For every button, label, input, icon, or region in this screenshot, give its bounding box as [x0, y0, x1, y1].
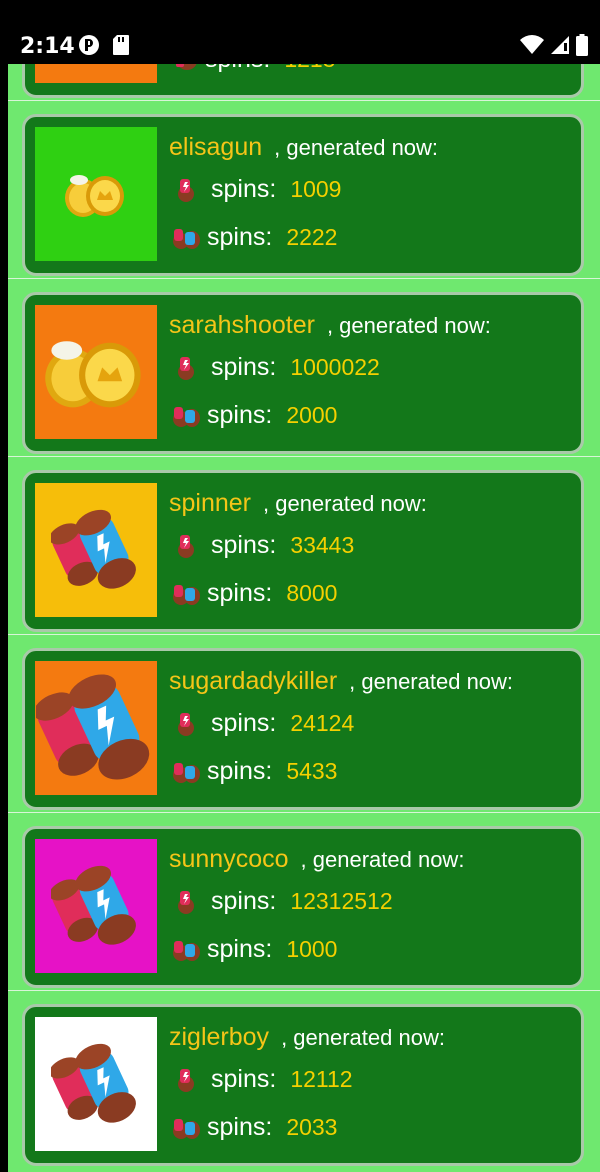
spins-value-2: 1000	[286, 936, 338, 962]
spins-label-2: spins:	[207, 1113, 273, 1141]
partial-card: spins: 1218	[22, 64, 584, 98]
username[interactable]: sugardadykiller	[169, 667, 337, 696]
generated-label: , generated now:	[349, 669, 514, 694]
small-capsule-icon	[178, 890, 194, 914]
energy-capsule-icon	[51, 1043, 136, 1123]
capsule-thumbnail	[35, 661, 157, 795]
cell-signal-icon	[551, 36, 569, 54]
list-item-elisagun[interactable]: elisagun , generated now: spins: 1009 sp…	[8, 108, 592, 286]
small-capsule-icon	[178, 712, 194, 736]
small-capsule-icon	[178, 1068, 194, 1092]
list-item-spinner[interactable]: spinner , generated now: spins: 33443 sp…	[8, 464, 592, 642]
generated-card: sugardadykiller , generated now: spins: …	[22, 648, 584, 810]
spins-value-2: 2000	[286, 402, 338, 428]
spins-label-1: spins:	[211, 887, 277, 915]
coins-thumbnail	[35, 127, 157, 261]
partial-thumbnail	[35, 64, 157, 83]
username[interactable]: ziglerboy	[169, 1023, 269, 1052]
double-capsule-icon	[173, 406, 200, 427]
generated-card: sunnycoco , generated now: spins: 123125…	[22, 826, 584, 988]
energy-capsule-icon	[36, 674, 150, 780]
double-capsule-icon	[173, 762, 200, 783]
spins-label-2: spins:	[207, 223, 273, 251]
capsule-thumbnail	[35, 483, 157, 617]
spins-label-2: spins:	[207, 401, 273, 429]
list-item-ziglerboy[interactable]: ziglerboy , generated now: spins: 12112	[8, 998, 592, 1172]
spins-label-2: spins:	[207, 579, 273, 607]
sd-card-icon	[113, 35, 129, 55]
spins-value-1: 33443	[290, 532, 355, 558]
generated-label: , generated now:	[281, 1025, 445, 1050]
list-item-sarahshooter[interactable]: sarahshooter , generated now: spins: 100…	[8, 286, 592, 464]
spins-label-1: spins:	[211, 709, 277, 737]
notification-app-icon	[79, 35, 99, 55]
capsule-thumbnail	[35, 839, 157, 973]
small-capsule-icon	[178, 534, 194, 558]
spins-label-1: spins:	[211, 353, 277, 381]
partial-value: 1218	[284, 64, 335, 73]
username[interactable]: elisagun	[169, 133, 262, 162]
wifi-icon	[520, 35, 544, 54]
spins-value-2: 2033	[286, 1114, 338, 1140]
double-capsule-icon	[173, 228, 200, 249]
small-capsule-icon	[178, 356, 194, 380]
username[interactable]: spinner	[169, 489, 251, 518]
spins-value-1: 12312512	[290, 888, 393, 914]
generated-card: spinner , generated now: spins: 33443 sp…	[22, 470, 584, 632]
double-capsule-icon	[173, 584, 200, 605]
generated-label: , generated now:	[263, 491, 427, 516]
coins-icon	[65, 175, 124, 217]
list-item-sunnycoco[interactable]: sunnycoco , generated now: spins: 123125…	[8, 820, 592, 998]
small-capsule-icon	[178, 178, 194, 202]
spins-value-1: 12112	[290, 1066, 353, 1092]
coins-icon	[45, 341, 141, 408]
username[interactable]: sarahshooter	[169, 311, 315, 340]
generated-card: elisagun , generated now: spins: 1009 sp…	[22, 114, 584, 276]
spins-label-2: spins:	[207, 935, 273, 963]
spins-label-1: spins:	[211, 175, 277, 203]
username[interactable]: sunnycoco	[169, 845, 289, 874]
status-time: 2:14	[20, 34, 75, 59]
spins-label-1: spins:	[211, 531, 277, 559]
double-capsule-icon	[173, 940, 200, 961]
generated-label: , generated now:	[326, 313, 491, 338]
energy-capsule-icon	[51, 865, 136, 945]
capsule-thumbnail	[35, 1017, 157, 1151]
spins-value-2: 2222	[286, 224, 338, 250]
spins-value-1: 24124	[290, 710, 355, 736]
generated-card: sarahshooter , generated now: spins: 100…	[22, 292, 584, 454]
spins-value-1: 1000022	[290, 354, 380, 380]
spins-value-1: 1009	[290, 176, 342, 202]
generated-label: , generated now:	[274, 135, 439, 160]
generated-label: , generated now:	[300, 847, 465, 872]
spin-capsule-icon	[176, 64, 197, 70]
status-bar: 2:14	[0, 0, 600, 64]
double-capsule-icon	[173, 1118, 200, 1139]
coins-thumbnail	[35, 305, 157, 439]
list-item-partial[interactable]: spins: 1218	[8, 64, 592, 98]
spins-label-2: spins:	[207, 757, 273, 785]
spins-value-2: 5433	[286, 758, 338, 784]
generated-spins-list[interactable]: spins: 1218 elisagun , generated now:	[8, 64, 600, 1172]
battery-icon	[576, 34, 588, 56]
generated-card: ziglerboy , generated now: spins: 12112	[22, 1004, 584, 1166]
spins-value-2: 8000	[286, 580, 338, 606]
spins-label-1: spins:	[211, 1065, 277, 1093]
list-item-sugardadykiller[interactable]: sugardadykiller , generated now: spins: …	[8, 642, 592, 820]
energy-capsule-icon	[51, 509, 136, 589]
